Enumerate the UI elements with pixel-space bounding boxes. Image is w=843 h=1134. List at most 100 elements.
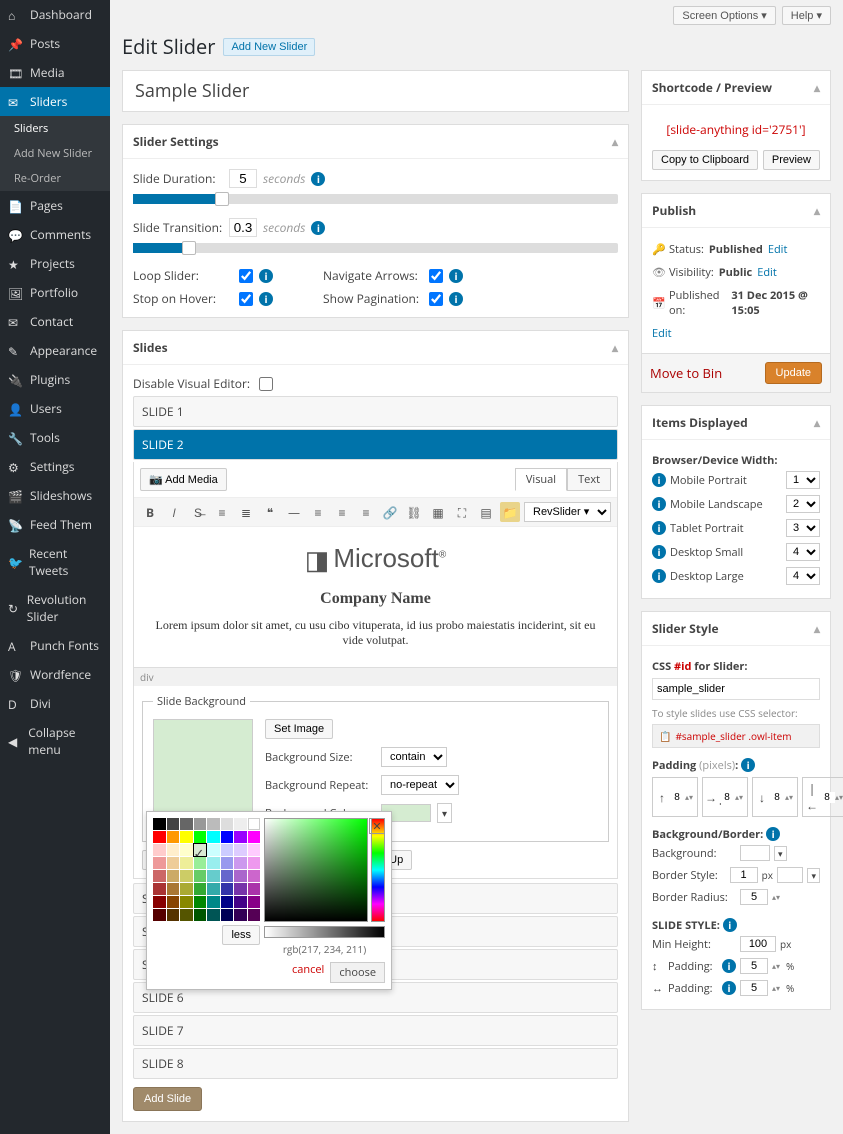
pagination-checkbox[interactable] — [429, 292, 443, 306]
collapse-icon[interactable]: ▴ — [814, 202, 820, 219]
disable-editor-checkbox[interactable] — [259, 377, 273, 391]
transition-input[interactable] — [229, 218, 257, 237]
sidebar-item-divi[interactable]: DDivi — [0, 689, 110, 718]
list-icon[interactable]: ≡ — [212, 502, 232, 522]
info-icon[interactable]: i — [652, 545, 666, 559]
info-icon[interactable]: i — [449, 269, 463, 283]
hr-icon[interactable]: — — [284, 502, 304, 522]
sidebar-item-media[interactable]: 🎞Media — [0, 58, 110, 87]
numlist-icon[interactable]: ≣ — [236, 502, 256, 522]
border-width-input[interactable] — [730, 867, 758, 883]
add-slide-button[interactable]: Add Slide — [133, 1087, 202, 1111]
move-to-bin-link[interactable]: Move to Bin — [650, 364, 722, 382]
sidebar-item-settings[interactable]: ⚙Settings — [0, 452, 110, 481]
picker-choose-button[interactable]: choose — [330, 962, 385, 983]
dropdown-icon[interactable]: ▾ — [774, 846, 787, 861]
device-select[interactable]: 3 — [786, 519, 820, 537]
folder-icon[interactable]: 📁 — [500, 502, 520, 522]
padh-input[interactable] — [740, 980, 768, 996]
sidebar-item-projects[interactable]: ★Projects — [0, 249, 110, 278]
info-icon[interactable]: i — [449, 292, 463, 306]
hover-checkbox[interactable] — [239, 292, 253, 306]
collapse-icon[interactable]: ▴ — [612, 339, 618, 356]
text-tab[interactable]: Text — [567, 468, 611, 491]
padding-top-input[interactable]: ↑▴▾ — [652, 777, 698, 817]
device-select[interactable]: 4 — [786, 567, 820, 585]
align-left-icon[interactable]: ≡ — [308, 502, 328, 522]
close-icon[interactable]: ✕ — [369, 818, 385, 834]
minh-input[interactable] — [740, 936, 776, 952]
less-button[interactable]: less — [222, 925, 260, 945]
info-icon[interactable]: i — [311, 221, 325, 235]
help-button[interactable]: Help ▾ — [782, 6, 831, 25]
radius-input[interactable] — [740, 889, 768, 905]
edit-status-link[interactable]: Edit — [768, 242, 788, 257]
sidebar-sub-sliders[interactable]: Sliders — [0, 116, 110, 141]
slide-tab-7[interactable]: SLIDE 7 — [133, 1015, 618, 1046]
toolbar-toggle-icon[interactable]: ▤ — [476, 502, 496, 522]
bg-size-select[interactable]: contain — [381, 747, 447, 767]
copy-icon[interactable]: 📋 — [659, 729, 671, 743]
info-icon[interactable]: i — [723, 918, 737, 932]
sidebar-item-slideshows[interactable]: 🎬Slideshows — [0, 481, 110, 510]
dropdown-icon[interactable]: ▾ — [807, 868, 820, 883]
sidebar-item-contact[interactable]: ✉Contact — [0, 307, 110, 336]
sidebar-item-tools[interactable]: 🔧Tools — [0, 423, 110, 452]
sidebar-item-feedthem[interactable]: 📡Feed Them — [0, 510, 110, 539]
sidebar-item-tweets[interactable]: 🐦Recent Tweets — [0, 539, 110, 585]
align-right-icon[interactable]: ≡ — [356, 502, 376, 522]
sidebar-item-dashboard[interactable]: ⌂Dashboard — [0, 0, 110, 29]
link-icon[interactable]: 🔗 — [380, 502, 400, 522]
sidebar-item-appearance[interactable]: ✎Appearance — [0, 336, 110, 365]
update-button[interactable]: Update — [765, 362, 822, 384]
unlink-icon[interactable]: ⛓ — [404, 502, 424, 522]
css-id-input[interactable] — [652, 678, 820, 700]
collapse-icon[interactable]: ▴ — [814, 414, 820, 431]
info-icon[interactable]: i — [311, 172, 325, 186]
copy-button[interactable]: Copy to Clipboard — [652, 150, 758, 170]
info-icon[interactable]: i — [652, 569, 666, 583]
sidebar-item-pages[interactable]: 📄Pages — [0, 191, 110, 220]
info-icon[interactable]: i — [652, 497, 666, 511]
quote-icon[interactable]: ❝ — [260, 502, 280, 522]
sidebar-item-users[interactable]: 👤Users — [0, 394, 110, 423]
sidebar-sub-add[interactable]: Add New Slider — [0, 141, 110, 166]
fullscreen-icon[interactable]: ⛶ — [452, 502, 472, 522]
editor-content[interactable]: ◨Microsoft® Company Name Lorem ipsum dol… — [134, 527, 617, 667]
slider-name-input[interactable]: Sample Slider — [123, 71, 628, 111]
padv-input[interactable] — [740, 958, 768, 974]
collapse-icon[interactable]: ▴ — [612, 133, 618, 150]
add-new-slider-button[interactable]: Add New Slider — [223, 38, 315, 56]
color-palette[interactable]: ✓ — [153, 818, 260, 921]
device-select[interactable]: 2 — [786, 495, 820, 513]
gradient-picker[interactable] — [264, 818, 368, 922]
sidebar-item-portfolio[interactable]: 🖼Portfolio — [0, 278, 110, 307]
sidebar-item-plugins[interactable]: 🔌Plugins — [0, 365, 110, 394]
add-media-button[interactable]: 📷 Add Media — [140, 468, 227, 491]
set-image-button[interactable]: Set Image — [265, 719, 333, 739]
info-icon[interactable]: i — [766, 827, 780, 841]
revslider-select[interactable]: RevSlider ▾ — [524, 502, 611, 522]
more-icon[interactable]: ▦ — [428, 502, 448, 522]
edit-date-link[interactable]: Edit — [652, 326, 672, 341]
bold-icon[interactable]: B — [140, 502, 160, 522]
info-icon[interactable]: i — [652, 521, 666, 535]
slide-tab-2[interactable]: SLIDE 2 — [133, 429, 618, 460]
info-icon[interactable]: i — [722, 959, 736, 973]
loop-checkbox[interactable] — [239, 269, 253, 283]
collapse-icon[interactable]: ▴ — [814, 620, 820, 637]
info-icon[interactable]: i — [259, 292, 273, 306]
arrows-checkbox[interactable] — [429, 269, 443, 283]
info-icon[interactable]: i — [259, 269, 273, 283]
alpha-slider[interactable] — [264, 926, 385, 938]
duration-slider[interactable] — [133, 194, 618, 204]
picker-cancel-button[interactable]: cancel — [292, 962, 324, 983]
device-select[interactable]: 4 — [786, 543, 820, 561]
slide-tab-8[interactable]: SLIDE 8 — [133, 1048, 618, 1079]
preview-button[interactable]: Preview — [763, 150, 820, 170]
duration-input[interactable] — [229, 169, 257, 188]
sidebar-item-sliders[interactable]: ✉Sliders — [0, 87, 110, 116]
sidebar-sub-reorder[interactable]: Re-Order — [0, 166, 110, 191]
border-swatch[interactable] — [777, 867, 804, 883]
align-center-icon[interactable]: ≡ — [332, 502, 352, 522]
